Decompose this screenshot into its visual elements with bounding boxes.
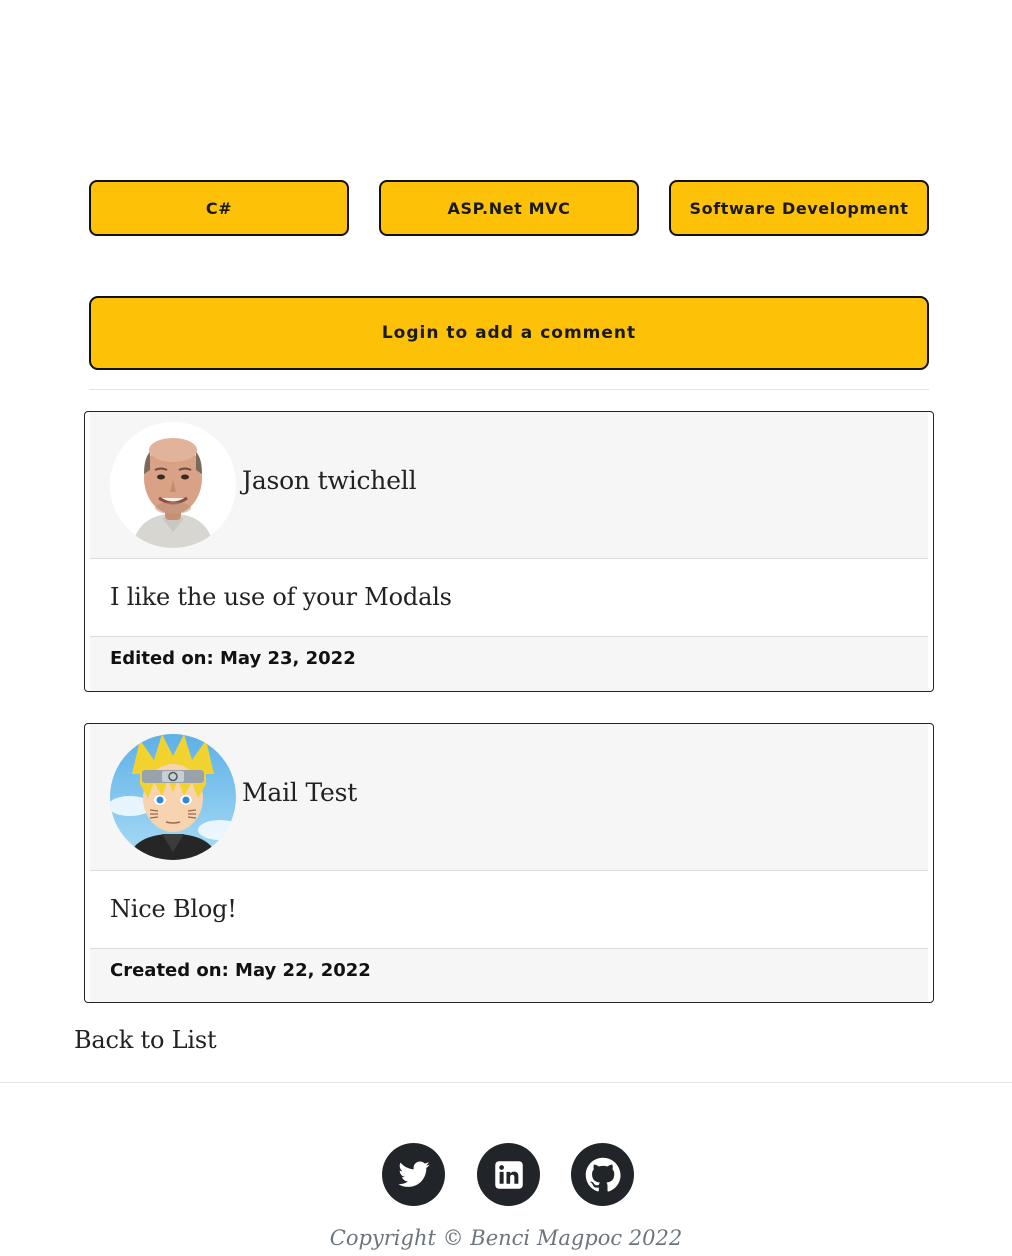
comment-author: Jason twichell (242, 466, 417, 495)
comment-header: Jason twichell (90, 412, 928, 559)
twitter-icon[interactable] (382, 1143, 445, 1206)
linkedin-icon[interactable] (477, 1143, 540, 1206)
comment-text: I like the use of your Modals (110, 583, 452, 611)
comment-header: Mail Test (90, 724, 928, 871)
copyright: Copyright © Benci Magpoc 2022 (329, 1226, 683, 1250)
comment-body: I like the use of your Modals (90, 559, 928, 637)
footer-divider (0, 1082, 1012, 1083)
comment-footer: Created on: May 22, 2022 (90, 949, 928, 1002)
comment-body: Nice Blog! (90, 871, 928, 949)
comment-card: Jason twichell I like the use of your Mo… (84, 411, 934, 692)
comment-card: Mail Test Nice Blog! Created on: May 22,… (84, 723, 934, 1003)
login-to-comment-button[interactable]: Login to add a comment (89, 296, 929, 370)
back-to-list-link[interactable]: Back to List (74, 1026, 217, 1054)
comment-date: Edited on: May 23, 2022 (110, 648, 356, 669)
github-icon[interactable] (571, 1143, 634, 1206)
tag-button-software-development[interactable]: Software Development (669, 180, 929, 236)
comment-text: Nice Blog! (110, 895, 237, 923)
tag-button-aspnet-mvc[interactable]: ASP.Net MVC (379, 180, 639, 236)
comment-author: Mail Test (242, 778, 358, 807)
comment-date: Created on: May 22, 2022 (110, 960, 371, 981)
avatar (110, 422, 236, 548)
comment-footer: Edited on: May 23, 2022 (90, 637, 928, 691)
tag-button-csharp[interactable]: C# (89, 180, 349, 236)
avatar (110, 734, 236, 860)
tag-row: C# ASP.Net MVC Software Development (89, 180, 929, 236)
divider (89, 389, 929, 390)
